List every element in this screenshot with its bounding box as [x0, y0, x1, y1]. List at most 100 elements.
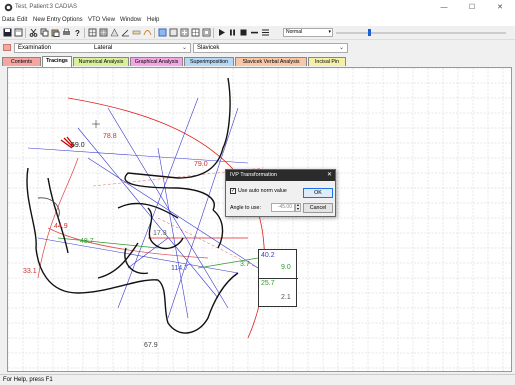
view-select[interactable]: Lateral ⌄: [91, 43, 191, 53]
zoom-value: Normal: [286, 29, 303, 35]
tracing-icon[interactable]: [143, 28, 152, 37]
menu-bar: Data Edit New Entry Options VTO View Win…: [0, 16, 515, 26]
slider-thumb[interactable]: [368, 29, 371, 36]
title-bar: Test, Patient:3 CADIAS — ☐ ✕: [0, 0, 515, 16]
grid-icon[interactable]: [191, 28, 200, 37]
chevron-down-icon: ▾: [328, 29, 331, 35]
auto-norm-checkbox[interactable]: ✓: [230, 188, 236, 194]
maximize-button[interactable]: ☐: [458, 0, 486, 16]
close-window-button[interactable]: ✕: [486, 0, 514, 16]
tab-contents[interactable]: Contents: [2, 57, 41, 66]
toolbar-separator: [25, 28, 26, 38]
minus-icon[interactable]: [250, 28, 259, 37]
cephalometric-tracing: [8, 68, 511, 371]
app-logo-icon: [4, 3, 13, 12]
pause-icon[interactable]: [228, 28, 237, 37]
cut-icon[interactable]: [29, 28, 38, 37]
tab-graphical-analysis[interactable]: Graphical Analysis: [130, 57, 183, 66]
toolbar: ? Normal ▾: [0, 26, 515, 40]
box-value-3: 25.7: [261, 280, 275, 287]
overlay-icon[interactable]: [202, 28, 211, 37]
measure-label-8: 3.7: [240, 261, 250, 268]
minimize-button[interactable]: —: [430, 0, 458, 16]
measure-label-10: 67.9: [144, 342, 158, 349]
stop-icon[interactable]: [239, 28, 248, 37]
measure-label-3: 79.0: [194, 161, 208, 168]
grid-icon[interactable]: [88, 28, 97, 37]
paste-icon[interactable]: [51, 28, 60, 37]
print-icon[interactable]: [62, 28, 71, 37]
angle-icon[interactable]: [121, 28, 130, 37]
check-icon: ✓: [231, 188, 236, 194]
menu-view[interactable]: View: [102, 17, 115, 23]
copy-icon[interactable]: [40, 28, 49, 37]
cancel-button[interactable]: Cancel: [303, 203, 333, 213]
ruler-icon[interactable]: [132, 28, 141, 37]
menu-edit[interactable]: Edit: [17, 17, 27, 23]
tab-numerical-analysis[interactable]: Numerical Analysis: [73, 57, 129, 66]
measure-label-5: 48.7: [80, 238, 94, 245]
measurement-box-divider: [259, 278, 298, 279]
tab-slavicek-verbal-analysis[interactable]: Slavicek Verbal Analysis: [235, 57, 307, 66]
toolbar-separator: [213, 28, 214, 38]
tab-superimposition[interactable]: Superimposition: [184, 57, 234, 66]
examination-select[interactable]: Examination ⌄: [14, 43, 102, 53]
dialog-title-bar: IVP Transformation ✕: [226, 170, 335, 181]
menu-vto[interactable]: VTO: [88, 17, 100, 23]
help-icon[interactable]: ?: [73, 28, 82, 37]
status-text: For Help, press F1: [3, 377, 53, 383]
box-value-4: 2.1: [281, 294, 291, 301]
selector-row: Examination ⌄ Lateral ⌄ Slavicek ⌄: [0, 41, 515, 55]
tab-tracings[interactable]: Tracings: [42, 56, 72, 67]
examination-value: Examination: [18, 45, 52, 51]
ok-button[interactable]: OK: [303, 188, 333, 198]
angle-input[interactable]: -45.00: [271, 203, 295, 212]
measure-label-6: 17.3: [153, 230, 167, 237]
app-window: Test, Patient:3 CADIAS — ☐ ✕ Data Edit N…: [0, 0, 515, 385]
window-title: Test, Patient:3 CADIAS: [15, 4, 78, 10]
close-icon[interactable]: ✕: [327, 170, 332, 181]
box-value-2: 9.0: [281, 264, 291, 271]
tab-incisal-pin[interactable]: Incisal Pin: [308, 57, 346, 66]
svg-text:?: ?: [75, 29, 80, 37]
save-icon[interactable]: [3, 28, 12, 37]
menu-options[interactable]: Options: [62, 17, 83, 23]
measure-label-9: 33.1: [23, 268, 37, 275]
menu-help[interactable]: Help: [147, 17, 159, 23]
grid-icon[interactable]: [99, 28, 108, 37]
menu-data[interactable]: Data: [2, 17, 15, 23]
chevron-down-icon: ⌄: [181, 45, 187, 51]
measurement-box: 40.2 9.0 25.7 2.1: [258, 249, 298, 307]
measure-label-7: 114.7: [171, 265, 188, 272]
zoom-select[interactable]: Normal ▾: [283, 28, 333, 37]
tab-strip: Contents Tracings Numerical Analysis Gra…: [0, 56, 515, 67]
grid-fine-icon[interactable]: [169, 28, 178, 37]
angle-label: Angle to use:: [230, 205, 261, 211]
toolbar-separator: [154, 28, 155, 38]
list-icon[interactable]: [261, 28, 270, 37]
superimpose-icon[interactable]: [158, 28, 167, 37]
menu-new-entry[interactable]: New Entry: [33, 17, 61, 23]
box-value-1: 40.2: [261, 252, 275, 259]
status-bar: For Help, press F1: [0, 374, 515, 385]
dialog-title: IVP Transformation: [230, 172, 277, 178]
play-icon[interactable]: [217, 28, 226, 37]
measure-label-4: 44.9: [54, 223, 68, 230]
auto-norm-label: Use auto norm value: [238, 188, 287, 194]
examination-color-swatch: [3, 44, 11, 51]
angle-spinner[interactable]: ▲ ▼: [295, 203, 301, 212]
print-preview-icon[interactable]: [14, 28, 23, 37]
zoom-slider[interactable]: [336, 29, 506, 36]
analysis-value: Slavicek: [197, 45, 220, 51]
chevron-down-icon: ⌄: [338, 45, 344, 51]
measure-label-1: 69.0: [71, 142, 85, 149]
ivp-transformation-dialog: IVP Transformation ✕ ✓ Use auto norm val…: [225, 169, 336, 217]
grid-dots-icon[interactable]: [180, 28, 189, 37]
analysis-select[interactable]: Slavicek ⌄: [193, 43, 348, 53]
menu-window[interactable]: Window: [120, 17, 141, 23]
view-value: Lateral: [94, 45, 113, 51]
tracing-canvas[interactable]: 69.0 78.8 79.0 44.9 48.7 17.3 114.7 3.7 …: [7, 67, 512, 372]
sella-tracing: [37, 197, 60, 219]
spin-down-icon[interactable]: ▼: [296, 207, 299, 211]
scale-icon[interactable]: [110, 28, 119, 37]
